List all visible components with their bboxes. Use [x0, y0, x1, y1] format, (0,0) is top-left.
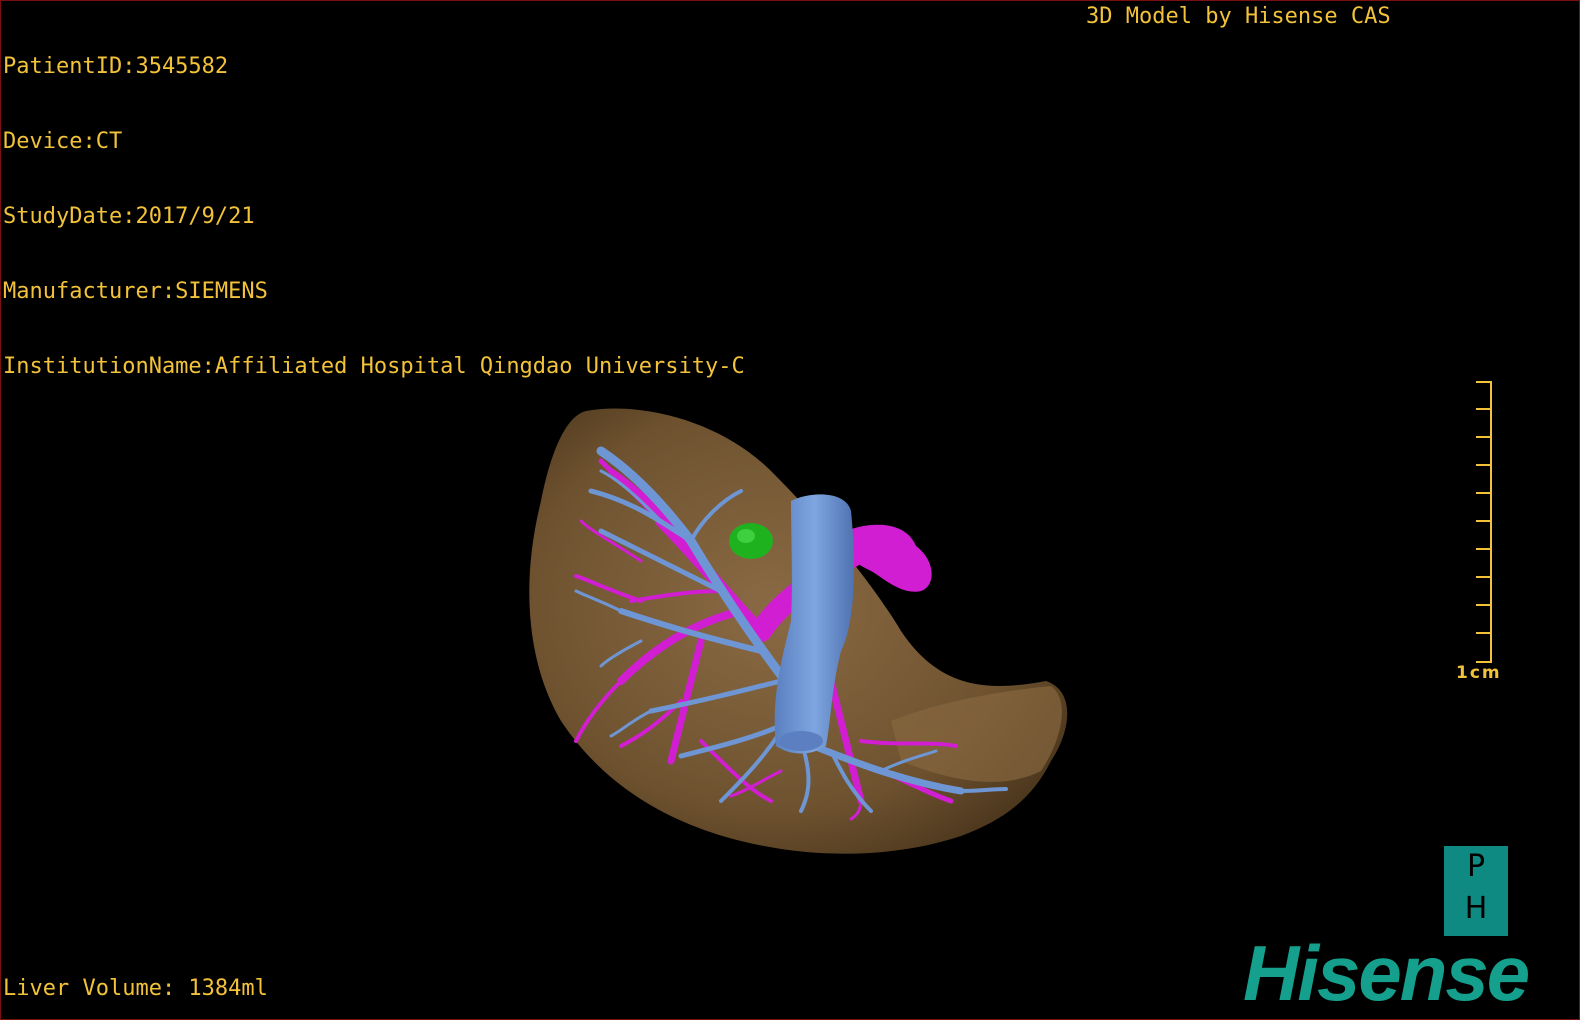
ph-badge-logo: P H	[1444, 846, 1508, 936]
scale-bar-label: 1cm	[1456, 663, 1502, 683]
scale-bar	[1476, 381, 1492, 663]
institution-name: InstitutionName:Affiliated Hospital Qing…	[3, 354, 745, 379]
study-date: StudyDate:2017/9/21	[3, 204, 255, 229]
badge-letter-bottom: H	[1464, 891, 1488, 926]
manufacturer: Manufacturer:SIEMENS	[3, 279, 268, 304]
patient-id: PatientID:3545582	[3, 54, 229, 79]
device: Device:CT	[3, 129, 123, 154]
patient-info-overlay: PatientID:3545582 Device:CT StudyDate:20…	[3, 4, 745, 429]
model-credit: 3D Model by Hisense CAS	[1086, 4, 1391, 29]
liver-volume: Liver Volume: 1384ml	[3, 976, 268, 1001]
badge-letter-top: P	[1466, 849, 1486, 884]
hisense-logo: Hisense	[1243, 929, 1530, 1017]
3d-viewport[interactable]: PatientID:3545582 Device:CT StudyDate:20…	[0, 0, 1580, 1020]
